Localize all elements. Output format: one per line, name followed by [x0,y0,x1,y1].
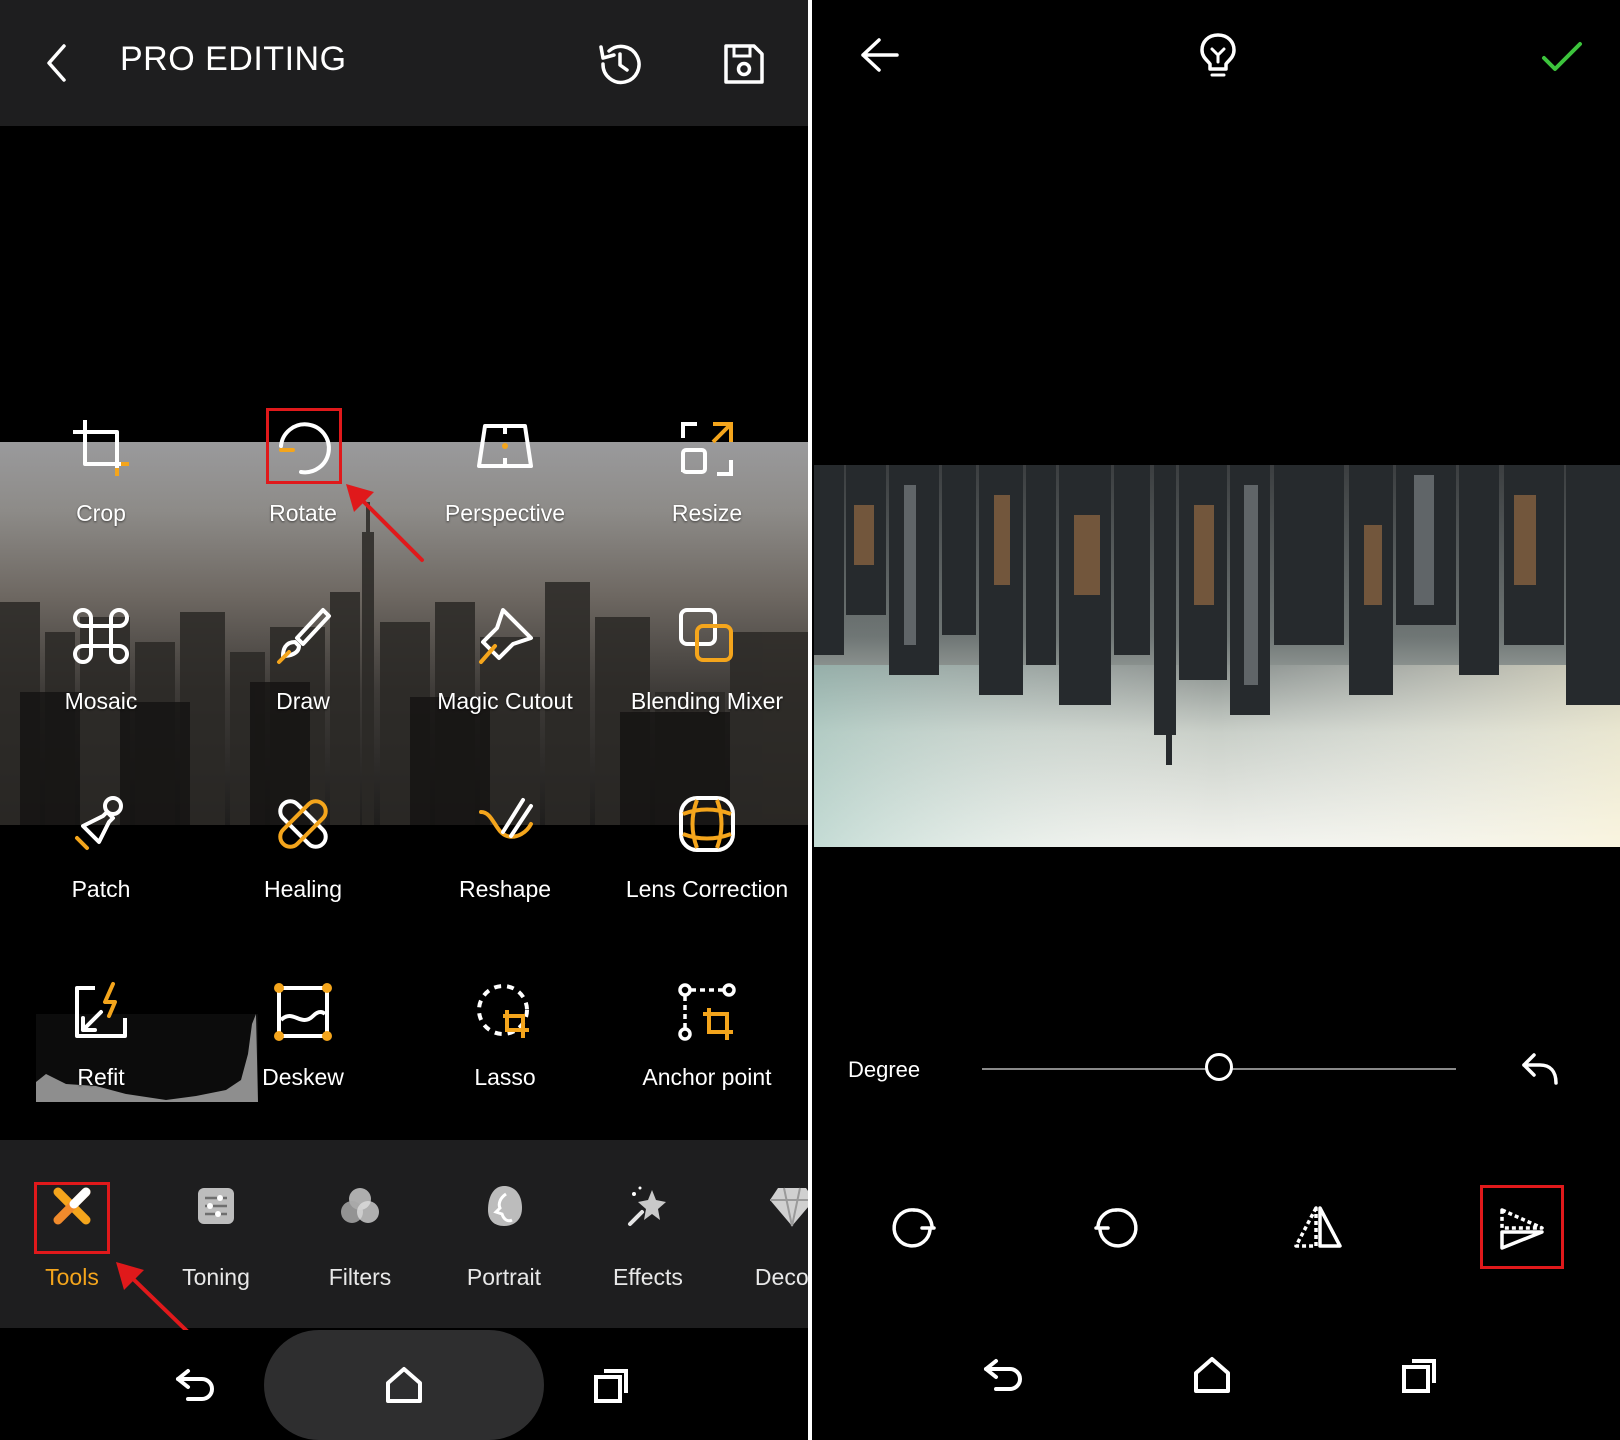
tools-tab-highlight-box [34,1182,110,1254]
perspective-icon [469,412,541,484]
tool-patch[interactable]: Patch [0,776,202,936]
deskew-icon [267,976,339,1048]
tool-label: Blending Mixer [630,688,784,714]
tool-label: Lasso [474,1064,536,1090]
tool-label: Mosaic [64,688,138,714]
tool-label: Refit [77,1064,125,1090]
mosaic-icon [65,600,137,672]
effects-icon [620,1178,676,1234]
lasso-icon [469,976,541,1048]
tab-label: Tools [45,1264,99,1290]
blending-mixer-icon [671,600,743,672]
tool-label: Healing [264,876,342,902]
patch-icon [65,788,137,860]
draw-brush-icon [267,600,339,672]
flip-horizontal-icon[interactable] [1286,1196,1350,1260]
filters-icon [332,1178,388,1234]
tool-resize[interactable]: Resize [606,400,808,560]
tool-anchor-point[interactable]: Anchor point [606,964,808,1124]
tool-label: Anchor point [642,1064,772,1090]
tool-reshape[interactable]: Reshape [404,776,606,936]
tab-label: Decora [754,1264,808,1290]
tool-label: Crop [76,500,126,526]
nav-home-icon[interactable] [376,1358,432,1412]
tool-label: Magic Cutout [437,688,573,714]
tool-mosaic[interactable]: Mosaic [0,588,202,748]
save-icon[interactable] [716,36,772,92]
portrait-icon [476,1178,532,1234]
tool-label: Rotate [269,500,337,526]
nav-recents-icon[interactable] [1392,1350,1448,1400]
rotate-right-icon[interactable] [882,1196,946,1260]
annotation-arrow-rotate [346,484,424,562]
back-arrow-icon[interactable] [852,30,908,80]
decoration-icon [764,1178,808,1234]
crop-icon [65,412,137,484]
tool-magic-cutout[interactable]: Magic Cutout [404,588,606,748]
tool-label: Resize [671,500,743,526]
back-chevron-icon[interactable] [36,38,76,88]
tab-label: Effects [613,1264,683,1290]
resize-icon [671,412,743,484]
left-editor-screen: PRO EDITING Crop Rotate Perspective Resi… [0,0,808,1440]
tool-label: Reshape [458,876,552,902]
right-rotate-screen: Degree [812,0,1620,1440]
tab-label: Filters [328,1264,392,1290]
nav-recents-icon[interactable] [584,1360,640,1410]
page-title: PRO EDITING [120,40,347,78]
refit-icon [65,976,137,1048]
tab-effects[interactable]: Effects [576,1140,720,1328]
toning-icon [188,1178,244,1234]
tab-decoration[interactable]: Decora [720,1140,808,1328]
history-icon[interactable] [592,36,648,92]
reshape-icon [469,788,541,860]
degree-slider-knob[interactable] [1205,1053,1233,1081]
lens-correction-icon [671,788,743,860]
tool-blending-mixer[interactable]: Blending Mixer [606,588,808,748]
tool-label: Deskew [262,1064,344,1090]
tool-label: Perspective [444,500,566,526]
tool-draw[interactable]: Draw [202,588,404,748]
nav-home-icon[interactable] [1184,1348,1240,1402]
healing-bandage-icon [267,788,339,860]
tab-portrait[interactable]: Portrait [432,1140,576,1328]
tool-crop[interactable]: Crop [0,400,202,560]
tool-label: Draw [276,688,330,714]
system-nav-bar [0,1330,808,1440]
rotate-highlight-box [266,408,342,484]
tool-label: Lens Correction [625,876,789,902]
flip-vertical-icon[interactable] [1490,1196,1554,1260]
reset-undo-icon[interactable] [1512,1044,1568,1094]
system-nav-bar [812,1320,1620,1430]
preview-photo [814,465,1620,847]
tool-deskew[interactable]: Deskew [202,964,404,1124]
tool-lasso[interactable]: Lasso [404,964,606,1124]
tab-label: Portrait [466,1264,542,1290]
checkmark-icon[interactable] [1534,32,1590,82]
lightbulb-icon[interactable] [1190,28,1246,84]
magic-cutout-icon [469,600,541,672]
nav-back-icon[interactable] [976,1350,1032,1400]
top-app-bar: PRO EDITING [0,0,808,126]
anchor-point-icon [671,976,743,1048]
rotate-left-icon[interactable] [1084,1196,1148,1260]
tab-filters[interactable]: Filters [288,1140,432,1328]
tool-label: Patch [71,876,131,902]
tool-refit[interactable]: Refit [0,964,202,1124]
degree-label: Degree [848,1057,921,1082]
tool-lens-correction[interactable]: Lens Correction [606,776,808,936]
annotation-arrow-tools [116,1262,190,1334]
tool-healing[interactable]: Healing [202,776,404,936]
nav-back-icon[interactable] [168,1360,224,1410]
